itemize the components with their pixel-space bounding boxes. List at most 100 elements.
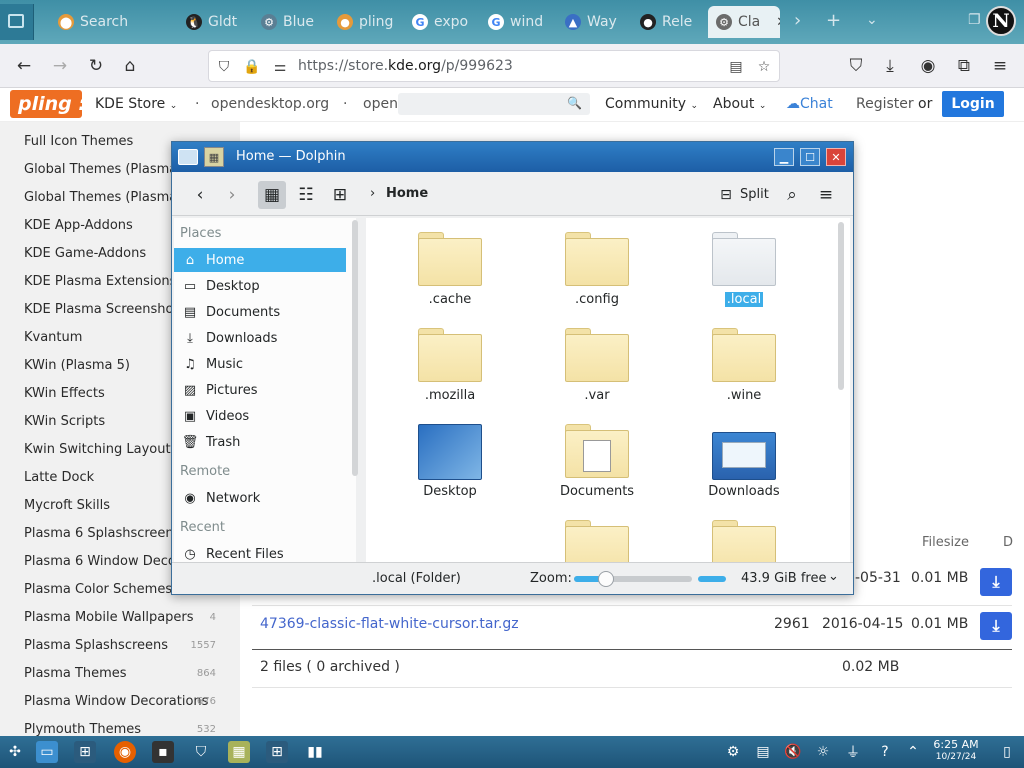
places-item[interactable]: ▭ Desktop [174,274,346,298]
chevron-down-icon[interactable]: ⌄ [828,569,839,584]
close-button[interactable]: ✕ [826,148,846,166]
search-icon[interactable]: ⌕ [778,181,806,209]
back-arrow-icon[interactable]: ← [12,54,36,78]
icons-view-icon[interactable]: ▦ [258,181,286,209]
dolphin-taskbar-icon[interactable]: ⊞ [266,741,288,763]
menu-hamburger-icon[interactable]: ≡ [988,54,1012,78]
profile-avatar[interactable]: N [986,6,1016,36]
places-item[interactable]: ▤ Documents [174,300,346,324]
category-item[interactable]: Plasma Themes 864 [24,666,224,681]
places-item[interactable]: ▨ Pictures [174,378,346,402]
file-item[interactable]: Documents [537,424,657,499]
pocket-icon[interactable]: ⛉ [844,54,868,78]
breadcrumb-home[interactable]: Home [386,186,428,201]
task-manager-item[interactable]: ⊞ [74,741,96,763]
file-item[interactable]: .config [537,232,657,307]
lock-icon[interactable]: 🔒 [243,58,261,76]
search-icon[interactable]: 🔍 [567,96,582,110]
places-item[interactable]: 🗑 Trash [174,430,346,454]
tab-pling[interactable]: ● pling [337,6,409,38]
places-scrollbar[interactable] [352,220,358,476]
reader-view-icon[interactable]: ▤ [727,58,745,76]
clock[interactable]: 6:25 AM 10/27/24 [928,739,984,763]
file-item[interactable]: .cache [390,232,510,307]
file-item[interactable]: Downloads [684,424,804,499]
brightness-icon[interactable]: ☼ [812,741,834,763]
network-icon[interactable]: ⚙ [722,741,744,763]
window-menu-button[interactable] [0,4,34,40]
pling-logo[interactable]: pling : [10,90,86,118]
app-icon[interactable]: ▮▮ [304,741,326,763]
file-view-scrollbar[interactable] [838,222,844,390]
file-item[interactable]: .var [537,328,657,403]
home-icon[interactable]: ⌂ [118,54,142,78]
nav-link-opendesktop[interactable]: opendesktop.org [211,96,329,112]
details-view-icon[interactable]: ⊞ [326,181,354,209]
tab-gldt[interactable]: 🐧 Gldt [186,6,256,38]
list-tabs-icon[interactable]: ⌄ [866,12,878,28]
tab-cla-active[interactable]: ⚙ Cla ✕ [708,6,780,38]
kde-store-menu[interactable]: KDE Store ⌄ [95,96,177,112]
chevron-up-icon[interactable]: ⌃ [902,741,924,763]
extensions-icon[interactable]: ⧉ [952,54,976,78]
tab-way[interactable]: ▲ Way [565,6,637,38]
places-item[interactable]: ▣ Videos [174,404,346,428]
reload-icon[interactable]: ↻ [84,54,108,78]
tab-blue[interactable]: ⚙ Blue [261,6,337,38]
clipboard-icon[interactable]: ▤ [752,741,774,763]
file-item[interactable]: Desktop [390,424,510,499]
tab-wind[interactable]: G wind [488,6,562,38]
tab-search[interactable]: ⬤ Search [58,6,163,38]
download-icon[interactable]: ⤓ [980,568,1012,596]
back-arrow-icon[interactable]: ‹ [186,181,214,209]
terminal-icon[interactable]: ▪ [152,741,174,763]
account-icon[interactable]: ◉ [916,54,940,78]
register-link[interactable]: Register [856,96,914,112]
community-menu[interactable]: Community ⌄ [605,96,698,112]
app-launcher-icon[interactable]: ✣ [4,741,26,763]
places-item[interactable]: ⤓ Downloads [174,326,346,350]
minimize-button[interactable]: ▁ [774,148,794,166]
tab-expo[interactable]: G expo [412,6,488,38]
category-item[interactable]: Plasma Splashscreens 1557 [24,638,224,653]
split-icon[interactable]: ⊟ [712,181,740,209]
zoom-slider-handle[interactable] [598,571,614,587]
tab-rele[interactable]: ● Rele [640,6,708,38]
new-tab-icon[interactable]: + [826,10,841,31]
file-item[interactable] [684,520,804,562]
category-item[interactable]: Plasma Window Decorations 676 [24,694,224,709]
login-button[interactable]: Login [942,91,1004,117]
help-icon[interactable]: ? [874,741,896,763]
url-bar[interactable]: ⛉ 🔒 ⚌ https://store.kde.org/p/999623 ▤ ☆ [208,50,780,82]
places-item[interactable]: ⌂ Home [174,248,346,272]
forward-arrow-icon[interactable]: → [48,54,72,78]
window-menu-icon[interactable]: ▦ [204,147,224,167]
volume-muted-icon[interactable]: 🔇 [782,741,804,763]
site-search-input[interactable]: 🔍 [398,93,590,115]
places-item[interactable]: ♫ Music [174,352,346,376]
places-item[interactable]: ◷ Recent Files [174,542,346,562]
usb-icon[interactable]: ⏚ [842,741,864,763]
firefox-icon[interactable]: ◉ [114,741,136,763]
permissions-icon[interactable]: ⚌ [271,58,289,76]
url-text[interactable]: https://store.kde.org/p/999623 [298,58,513,74]
nav-link-open[interactable]: open [363,96,398,112]
show-desktop-icon[interactable]: ▭ [36,741,58,763]
split-button[interactable]: Split [740,187,769,202]
category-item[interactable]: Plasma Mobile Wallpapers 4 [24,610,224,625]
restore-window-icon[interactable]: ❐ [968,12,981,28]
category-item[interactable]: Plymouth Themes 532 [24,722,224,736]
downloads-icon[interactable]: ⤓ [878,54,902,78]
discover-icon[interactable]: ⛉ [190,741,212,763]
file-item[interactable]: .wine [684,328,804,403]
places-item[interactable]: ◉ Network [174,486,346,510]
forward-arrow-icon[interactable]: › [218,181,246,209]
dolphin-titlebar[interactable]: ▦ Home — Dolphin ▁ ☐ ✕ [172,142,853,172]
file-name-link[interactable]: 47369-classic-flat-white-cursor.tar.gz [260,616,519,632]
shield-icon[interactable]: ⛉ [215,58,233,76]
tab-scroll-right-icon[interactable]: › [794,10,801,31]
download-icon[interactable]: ⤓ [980,612,1012,640]
chat-link[interactable]: ☁Chat [786,96,833,112]
desktop-peek-icon[interactable]: ▯ [996,741,1018,763]
maximize-button[interactable]: ☐ [800,148,820,166]
